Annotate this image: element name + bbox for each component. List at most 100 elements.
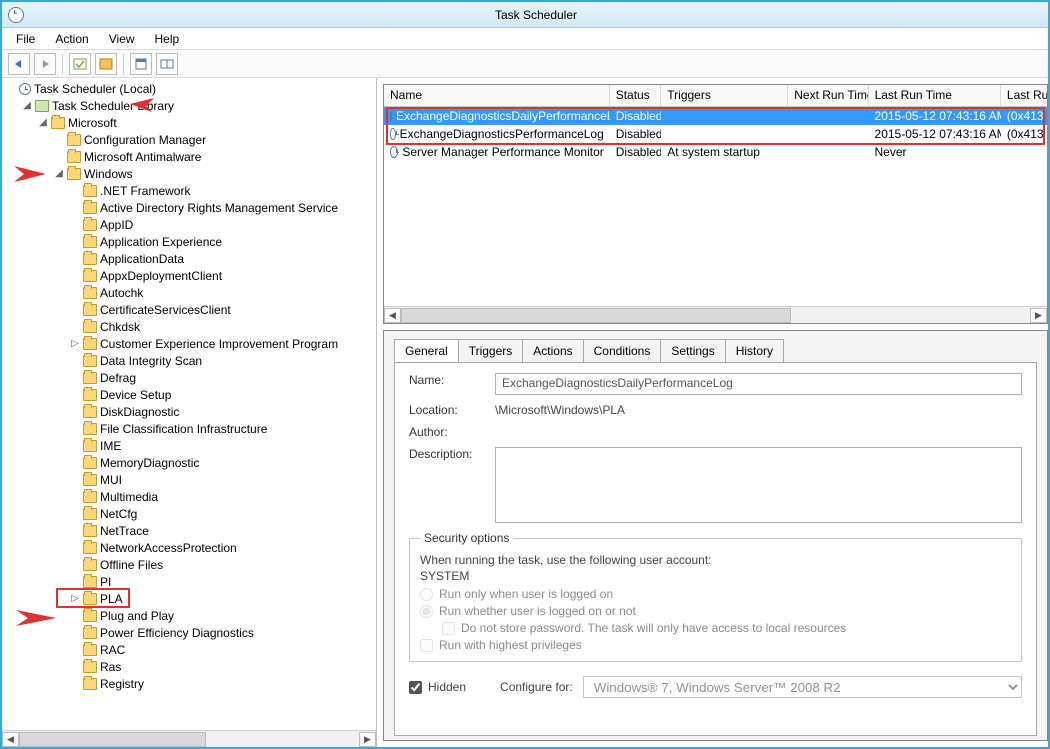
tree-item[interactable]: ▷NetCfg	[70, 505, 376, 522]
tree-item[interactable]: ▷File Classification Infrastructure	[70, 420, 376, 437]
tree-item[interactable]: ▷Registry	[70, 675, 376, 692]
tree-library[interactable]: ◢ Task Scheduler Library	[22, 97, 376, 114]
tree-item[interactable]: ▷Data Integrity Scan	[70, 352, 376, 369]
forward-button[interactable]	[34, 53, 56, 75]
name-label: Name:	[409, 373, 485, 387]
tree-item[interactable]: ▷Plug and Play	[70, 607, 376, 624]
tree-item[interactable]: ▷Multimedia	[70, 488, 376, 505]
scroll-left-icon[interactable]: ◀	[384, 308, 401, 323]
location-label: Location:	[409, 403, 485, 417]
library-icon	[35, 100, 49, 112]
tab-actions[interactable]: Actions	[522, 339, 583, 362]
tree-item[interactable]: ▷DiskDiagnostic	[70, 403, 376, 420]
tree-item[interactable]: ▷Offline Files	[70, 556, 376, 573]
tree-item[interactable]: ▷Chkdsk	[70, 318, 376, 335]
location-value: \Microsoft\Windows\PLA	[495, 403, 625, 417]
folder-icon	[83, 508, 97, 520]
tree-item[interactable]: ▷.NET Framework	[70, 182, 376, 199]
folder-icon	[83, 661, 97, 673]
tree-item[interactable]: ▷Device Setup	[70, 386, 376, 403]
tab-triggers[interactable]: Triggers	[458, 339, 524, 362]
configure-for-label: Configure for:	[500, 680, 573, 694]
scroll-left-icon[interactable]: ◀	[2, 732, 19, 747]
tree-item[interactable]: ▷NetTrace	[70, 522, 376, 539]
tree-item[interactable]: ▷MUI	[70, 471, 376, 488]
toolbar-button-4[interactable]	[95, 53, 117, 75]
folder-icon	[83, 270, 97, 282]
folder-icon	[83, 627, 97, 639]
titlebar: Task Scheduler	[2, 2, 1048, 28]
tree-microsoft[interactable]: ◢ Microsoft	[38, 114, 376, 131]
tree-item[interactable]: ▷PLA	[70, 590, 376, 607]
tree-item[interactable]: ▷Customer Experience Improvement Program	[70, 335, 376, 352]
task-list-header[interactable]: Name Status Triggers Next Run Time Last …	[384, 85, 1047, 107]
toolbar-button-3[interactable]	[69, 53, 91, 75]
menu-view[interactable]: View	[99, 30, 145, 48]
tree-item[interactable]: ▷Autochk	[70, 284, 376, 301]
folder-icon	[83, 219, 97, 231]
security-options-group: Security options When running the task, …	[409, 531, 1022, 662]
tree-item[interactable]: ▷NetworkAccessProtection	[70, 539, 376, 556]
folder-icon	[67, 151, 81, 163]
tab-general[interactable]: General	[394, 339, 459, 362]
task-icon	[390, 146, 398, 158]
folder-icon	[83, 253, 97, 265]
tree-item[interactable]: ▷Power Efficiency Diagnostics	[70, 624, 376, 641]
tree-item[interactable]: ▸Configuration Manager	[54, 131, 376, 148]
tab-conditions[interactable]: Conditions	[583, 339, 662, 362]
tree-item[interactable]: ▷Defrag	[70, 369, 376, 386]
table-row[interactable]: Server Manager Performance MonitorDisabl…	[384, 143, 1047, 161]
tree-windows-label: Windows	[84, 167, 133, 181]
tree-item[interactable]: ▷MemoryDiagnostic	[70, 454, 376, 471]
folder-icon	[83, 644, 97, 656]
security-prompt: When running the task, use the following…	[420, 553, 1011, 567]
menu-help[interactable]: Help	[145, 30, 190, 48]
tab-history[interactable]: History	[725, 339, 784, 362]
folder-icon	[83, 406, 97, 418]
tree-root[interactable]: ▸ Task Scheduler (Local)	[6, 80, 376, 97]
folder-icon	[83, 355, 97, 367]
tree-item[interactable]: ▷AppID	[70, 216, 376, 233]
back-button[interactable]	[8, 53, 30, 75]
security-account: SYSTEM	[420, 569, 1011, 583]
tree-item[interactable]: ▷CertificateServicesClient	[70, 301, 376, 318]
table-row[interactable]: ExchangeDiagnosticsDailyPerformanceLogDi…	[384, 107, 1047, 125]
tree-item[interactable]: ▷ApplicationData	[70, 250, 376, 267]
folder-icon	[83, 610, 97, 622]
folder-icon	[83, 542, 97, 554]
menubar: File Action View Help	[2, 28, 1048, 50]
folder-icon	[51, 117, 65, 129]
toolbar-button-5[interactable]	[130, 53, 152, 75]
check-hidden[interactable]	[409, 681, 422, 694]
tree-item[interactable]: ▷Application Experience	[70, 233, 376, 250]
folder-icon	[83, 593, 97, 605]
folder-icon	[83, 576, 97, 588]
scroll-right-icon[interactable]: ▶	[359, 732, 376, 747]
tree-horizontal-scrollbar[interactable]: ◀ ▶	[2, 730, 376, 747]
list-horizontal-scrollbar[interactable]: ◀ ▶	[384, 306, 1047, 323]
tree-item[interactable]: ▷PI	[70, 573, 376, 590]
tree-item[interactable]: ▷Active Directory Rights Management Serv…	[70, 199, 376, 216]
folder-icon	[83, 372, 97, 384]
tab-settings[interactable]: Settings	[660, 339, 725, 362]
folder-icon	[83, 304, 97, 316]
menu-action[interactable]: Action	[45, 30, 98, 48]
tree-item[interactable]: ▷AppxDeploymentClient	[70, 267, 376, 284]
task-icon	[390, 110, 392, 122]
name-field[interactable]: ExchangeDiagnosticsDailyPerformanceLog	[495, 373, 1022, 395]
table-row[interactable]: ExchangeDiagnosticsPerformanceLogDisable…	[384, 125, 1047, 143]
configure-for-select: Windows® 7, Windows Server™ 2008 R2	[583, 676, 1022, 698]
task-icon	[390, 128, 396, 140]
toolbar-button-6[interactable]	[156, 53, 178, 75]
folder-icon	[67, 134, 81, 146]
tree-windows[interactable]: ◢ Windows	[54, 165, 376, 182]
scroll-right-icon[interactable]: ▶	[1030, 308, 1047, 323]
menu-file[interactable]: File	[6, 30, 45, 48]
tree-item[interactable]: ▷Ras	[70, 658, 376, 675]
tree-item[interactable]: ▷IME	[70, 437, 376, 454]
tree-item[interactable]: ▷RAC	[70, 641, 376, 658]
folder-icon	[83, 236, 97, 248]
tree-item[interactable]: ▸Microsoft Antimalware	[54, 148, 376, 165]
description-field[interactable]	[495, 447, 1022, 523]
folder-icon	[83, 202, 97, 214]
